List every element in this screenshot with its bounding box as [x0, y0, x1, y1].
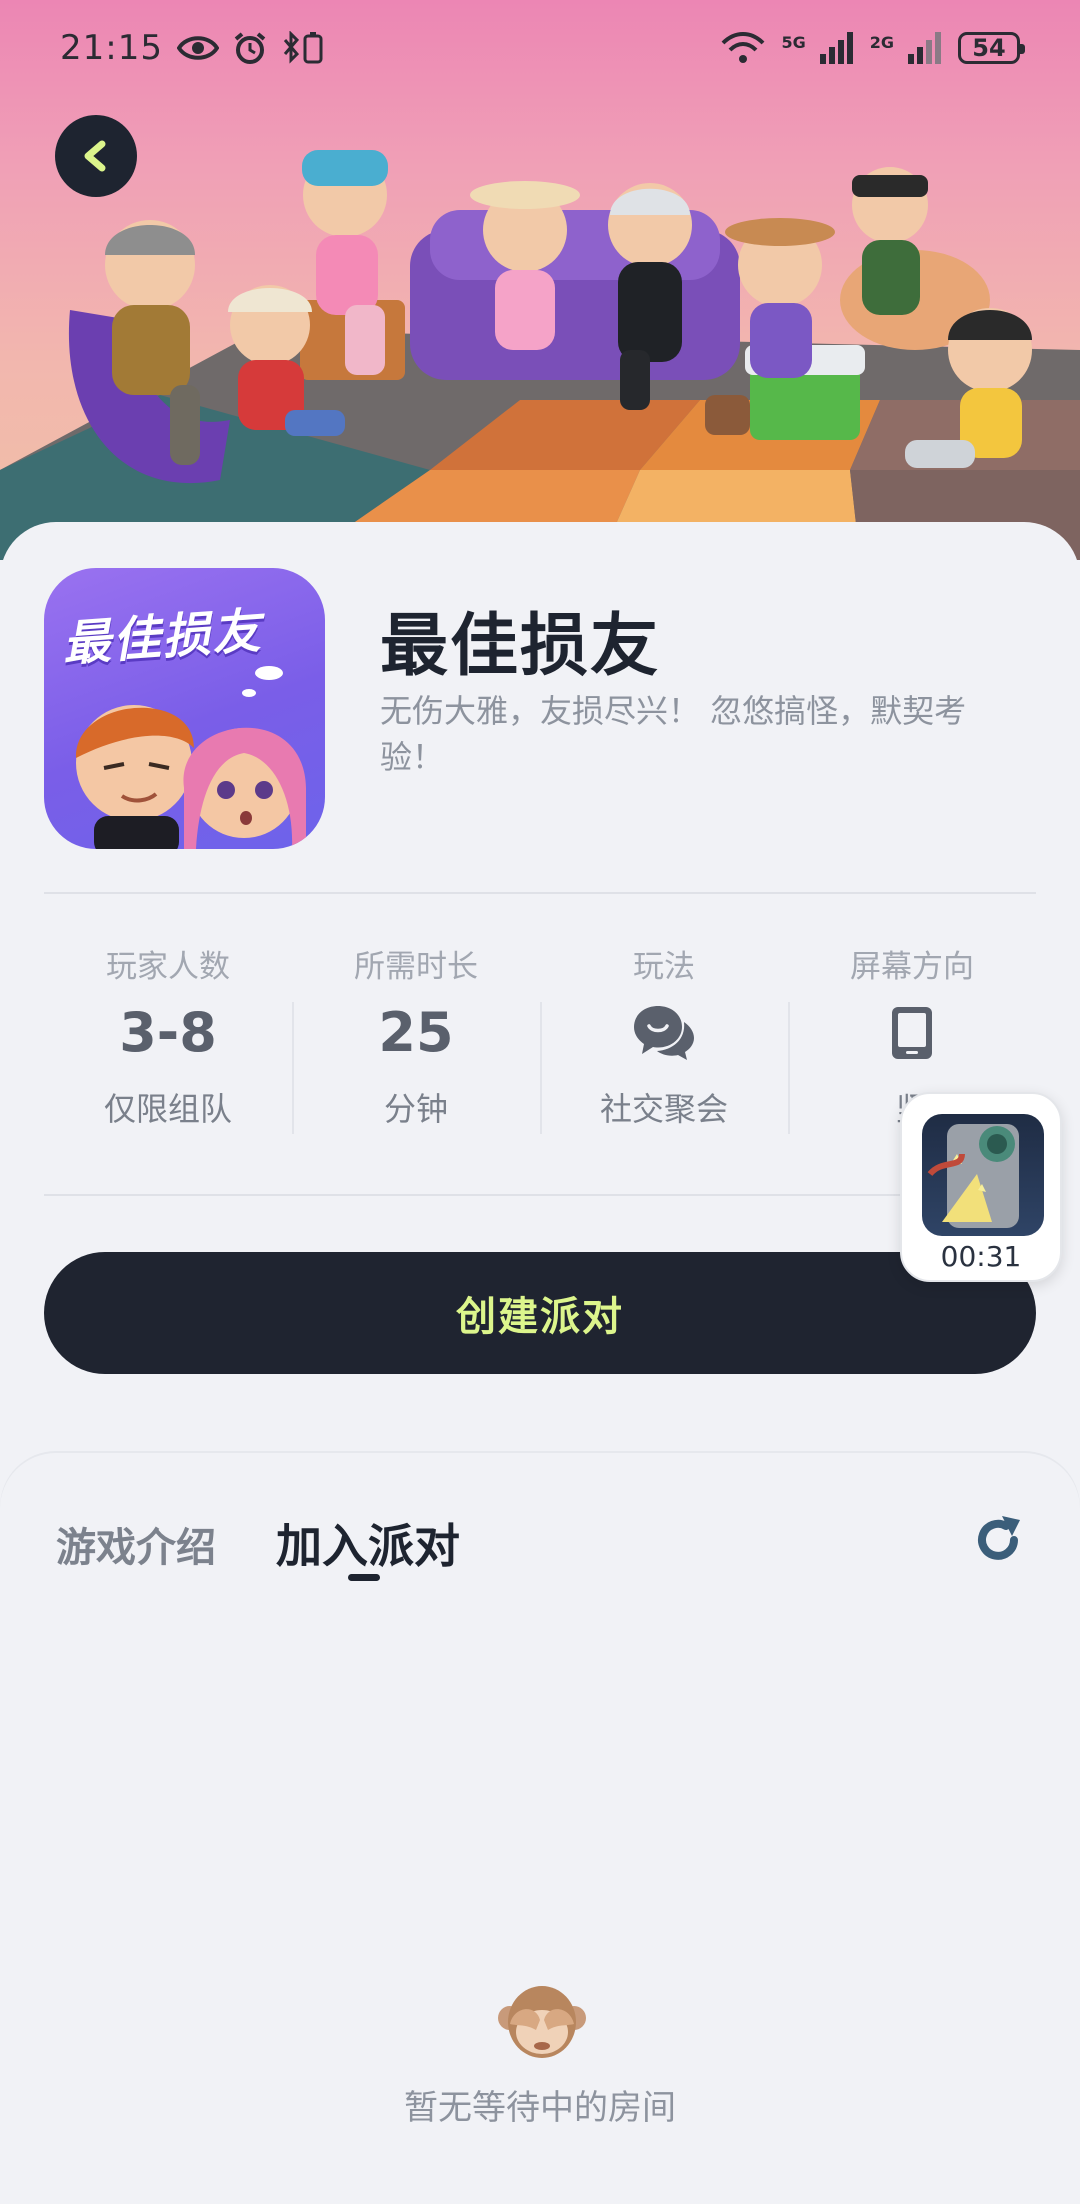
game-app-icon: 最佳损友: [44, 568, 325, 849]
tab-join-party[interactable]: 加入派对: [276, 1510, 460, 1576]
eye-icon: [176, 33, 219, 63]
create-party-button[interactable]: 创建派对: [44, 1252, 1036, 1374]
game-stats: 玩家人数 3-8 仅限组队 所需时长 25 分钟 玩法 社交聚会 屏幕方向 竖: [44, 942, 1036, 1142]
active-tab-indicator: [348, 1574, 380, 1581]
signal-strength-icon-2: [908, 32, 942, 64]
stat-value: 25: [378, 1001, 454, 1064]
stat-player-count: 玩家人数 3-8 仅限组队: [44, 942, 292, 1142]
monkey-covering-eyes-icon: [498, 1986, 586, 2058]
stat-label: 玩法: [633, 949, 695, 985]
floating-window-timer: 00:31: [940, 1240, 1022, 1273]
empty-state-text: 暂无等待中的房间: [404, 2088, 676, 2128]
floating-window-thumbnail: [922, 1114, 1044, 1236]
chevron-left-icon: [84, 140, 106, 172]
stat-label: 屏幕方向: [850, 949, 974, 985]
game-title: 最佳损友: [380, 607, 661, 686]
refresh-icon: [978, 1516, 1020, 1560]
game-description: 无伤大雅，友损尽兴！ 忽悠搞怪，默契考验！: [380, 692, 967, 776]
floating-mini-window[interactable]: 00:31: [900, 1092, 1062, 1282]
status-bar: 21:15 5G 2G 54: [0, 0, 1080, 96]
stat-label: 所需时长: [354, 949, 478, 985]
phone-portrait-icon: [892, 1007, 932, 1059]
refresh-button[interactable]: [972, 1514, 1024, 1566]
app-icon-characters: [75, 666, 306, 849]
bluetooth-battery-icon: [281, 31, 327, 65]
wifi-icon: [721, 31, 765, 65]
divider-bottom: [44, 1194, 1036, 1196]
divider-top: [44, 892, 1036, 894]
stat-label: 玩家人数: [106, 949, 230, 985]
stat-sub: 社交聚会: [599, 1090, 728, 1128]
network-5g-label: 5G: [781, 33, 806, 52]
network-2g-label: 2G: [869, 33, 894, 52]
alarm-icon: [233, 31, 267, 65]
stat-duration: 所需时长 25 分钟: [292, 942, 540, 1142]
character-7: [852, 167, 928, 315]
back-button[interactable]: [55, 115, 137, 197]
signal-strength-icon: [819, 32, 854, 64]
stat-sub: 分钟: [383, 1090, 448, 1128]
status-time: 21:15: [60, 28, 163, 68]
stat-value: 3-8: [119, 1001, 217, 1064]
hero-banner: 21:15 5G 2G 54: [0, 0, 1080, 560]
stat-sub: 仅限组队: [103, 1090, 232, 1128]
battery-indicator: 54: [958, 32, 1025, 64]
chat-bubbles-icon: [634, 1006, 694, 1060]
stat-gameplay: 玩法 社交聚会: [540, 942, 788, 1142]
tab-game-intro[interactable]: 游戏介绍: [56, 1515, 216, 1573]
